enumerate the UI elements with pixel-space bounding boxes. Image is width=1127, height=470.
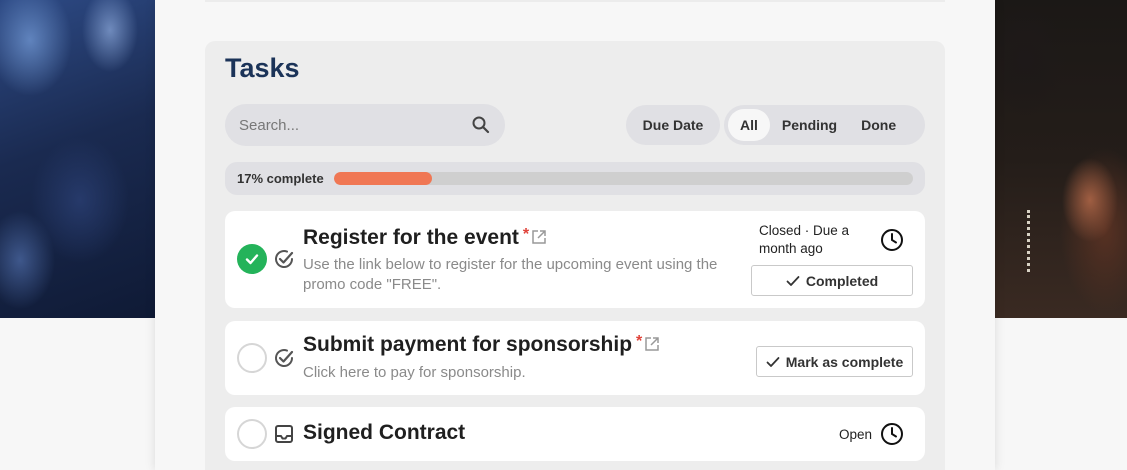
- progress-fill: [334, 172, 433, 185]
- filter-done[interactable]: Done: [849, 109, 908, 141]
- task-check-icon: [275, 250, 294, 268]
- search-box[interactable]: [225, 104, 505, 146]
- tasks-card: Tasks Due Date All Pending Done 17% comp…: [205, 41, 945, 470]
- task-description: Use the link below to register for the u…: [303, 256, 718, 293]
- background-photo-right: [995, 0, 1127, 318]
- task-title[interactable]: Register for the event *: [303, 226, 547, 250]
- task-item[interactable]: Submit payment for sponsorship * Click he…: [225, 321, 925, 395]
- mark-as-complete-label: Mark as complete: [785, 353, 904, 370]
- external-link-icon[interactable]: [531, 229, 547, 245]
- progress-track: [334, 172, 913, 185]
- task-title[interactable]: Submit payment for sponsorship *: [303, 333, 660, 357]
- main-panel: Tasks Due Date All Pending Done 17% comp…: [155, 0, 995, 470]
- task-title-text[interactable]: Submit payment for sponsorship: [303, 333, 632, 356]
- task-check-icon: [275, 349, 294, 367]
- filter-pending[interactable]: Pending: [770, 109, 849, 141]
- search-icon[interactable]: [471, 115, 491, 135]
- completed-button[interactable]: Completed: [751, 265, 913, 296]
- filter-all[interactable]: All: [728, 109, 770, 141]
- progress-bar: 17% complete: [225, 162, 925, 195]
- task-status: Closed · Due a month ago: [759, 223, 850, 256]
- completed-button-label: Completed: [805, 272, 879, 289]
- page-title: Tasks: [225, 53, 300, 83]
- mark-as-complete-button[interactable]: Mark as complete: [756, 346, 913, 377]
- task-title-text[interactable]: Register for the event: [303, 226, 519, 249]
- background-photo-left: [0, 0, 155, 318]
- checkmark-icon: [786, 275, 800, 286]
- task-description: Click here to pay for sponsorship.: [303, 364, 526, 381]
- status-filter-segmented: All Pending Done: [724, 105, 925, 145]
- task-item[interactable]: Register for the event * Use the link bel…: [225, 211, 925, 308]
- search-input[interactable]: [239, 116, 471, 134]
- required-marker: *: [636, 333, 643, 350]
- task-title[interactable]: Signed Contract: [303, 421, 465, 445]
- task-item[interactable]: Signed Contract Open: [225, 407, 925, 461]
- task-status: Open: [839, 427, 873, 442]
- due-date-filter-button[interactable]: Due Date: [626, 105, 720, 145]
- checkmark-icon: [766, 356, 780, 367]
- clock-icon: [881, 423, 903, 445]
- required-marker: *: [522, 226, 530, 243]
- progress-label: 17% complete: [237, 171, 324, 186]
- external-link-icon[interactable]: [644, 336, 660, 352]
- complete-toggle[interactable]: [237, 419, 267, 449]
- complete-toggle[interactable]: [237, 343, 267, 373]
- earring-detail: [1027, 210, 1037, 272]
- check-circle-icon[interactable]: [237, 244, 267, 274]
- inbox-icon: [275, 425, 293, 443]
- top-divider: [205, 0, 945, 2]
- clock-icon: [881, 229, 903, 251]
